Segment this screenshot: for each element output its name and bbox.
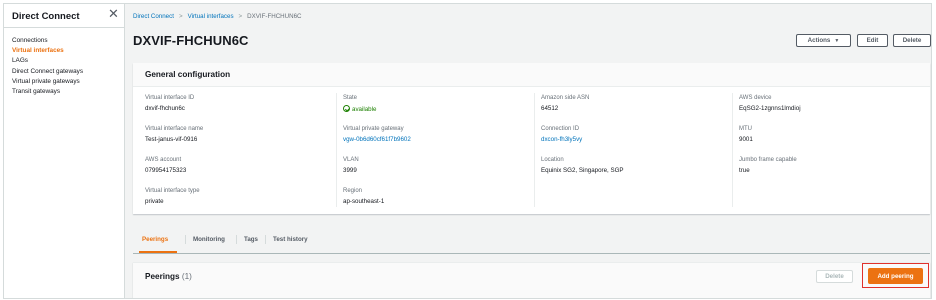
page-title: DXVIF-FHCHUN6C: [133, 33, 249, 48]
field-value: EqSG2-1zgnns1lmdioj: [739, 105, 801, 112]
column-divider: [732, 93, 733, 207]
sidebar-item-transit-gateways[interactable]: Transit gateways: [12, 87, 83, 97]
tab-divider: [185, 235, 186, 244]
field-value: true: [739, 167, 750, 174]
sidebar: Direct Connect ✕ Connections Virtual int…: [4, 4, 125, 298]
sidebar-nav: Connections Virtual interfaces LAGs Dire…: [12, 36, 83, 97]
actions-label: Actions: [807, 37, 831, 44]
sidebar-title: Direct Connect: [12, 11, 80, 22]
add-peering-button[interactable]: Add peering: [868, 268, 923, 284]
field-label: Virtual interface ID: [145, 95, 195, 101]
sidebar-item-lags[interactable]: LAGs: [12, 56, 83, 66]
tab-test-history[interactable]: Test history: [273, 236, 308, 243]
field-location: Location Equinix SG2, Singapore, SGP: [541, 157, 726, 174]
tab-peerings[interactable]: Peerings: [142, 236, 168, 243]
field-value: 9001: [739, 136, 753, 143]
edit-button[interactable]: Edit: [857, 34, 888, 47]
tab-bar: Peerings Monitoring Tags Test history: [133, 228, 930, 254]
field-label: MTU: [739, 126, 752, 132]
tab-tags[interactable]: Tags: [244, 236, 258, 243]
general-configuration-panel: General configuration Virtual interface …: [133, 63, 930, 214]
field-value: Equinix SG2, Singapore, SGP: [541, 167, 624, 174]
close-icon[interactable]: ✕: [108, 7, 119, 20]
field-virtual-private-gateway: Virtual private gateway vgw-0b6d60cf61f7…: [343, 126, 528, 143]
sidebar-item-virtual-interfaces[interactable]: Virtual interfaces: [12, 46, 83, 56]
tab-monitoring[interactable]: Monitoring: [193, 236, 225, 243]
console-window: Direct Connect ✕ Connections Virtual int…: [3, 3, 932, 299]
field-label: Location: [541, 157, 564, 163]
breadcrumb-separator: >: [238, 13, 243, 20]
tab-divider: [265, 235, 266, 244]
breadcrumb-virtual-interfaces[interactable]: Virtual interfaces: [188, 13, 234, 20]
check-circle-icon: [343, 105, 350, 112]
active-tab-indicator: [139, 251, 177, 253]
panel-title: General configuration: [145, 70, 231, 79]
sidebar-divider: [4, 27, 125, 28]
delete-button[interactable]: Delete: [893, 34, 931, 47]
field-jumbo-frame-capable: Jumbo frame capable true: [739, 157, 924, 174]
column-divider: [336, 93, 337, 207]
peerings-title: Peerings (1): [145, 272, 192, 281]
caret-down-icon: ▼: [834, 37, 840, 44]
delete-peering-button[interactable]: Delete: [816, 270, 853, 283]
peerings-panel: Peerings (1): [133, 262, 930, 298]
field-vlan: VLAN 3999: [343, 157, 528, 174]
field-virtual-interface-type: Virtual interface type private: [145, 188, 330, 205]
field-value: 3999: [343, 167, 357, 174]
peerings-title-text: Peerings: [145, 272, 180, 281]
field-label: Connection ID: [541, 126, 580, 132]
column-divider: [534, 93, 535, 207]
breadcrumb: Direct Connect > Virtual interfaces > DXVIF-…: [133, 13, 302, 20]
breadcrumb-direct-connect[interactable]: Direct Connect: [133, 13, 174, 20]
virtual-private-gateway-link[interactable]: vgw-0b6d60cf61f7b9602: [343, 136, 528, 143]
field-label: Virtual interface type: [145, 188, 200, 194]
sidebar-item-connections[interactable]: Connections: [12, 36, 83, 46]
field-label: Amazon side ASN: [541, 95, 590, 101]
connection-id-link[interactable]: dxcon-fh3ly5vy: [541, 136, 726, 143]
panel-header: General configuration: [133, 63, 930, 87]
field-label: State: [343, 95, 358, 101]
field-aws-device: AWS device EqSG2-1zgnns1lmdioj: [739, 95, 924, 112]
breadcrumb-separator: >: [178, 13, 183, 20]
field-amazon-side-asn: Amazon side ASN 64512: [541, 95, 726, 112]
sidebar-item-direct-connect-gateways[interactable]: Direct Connect gateways: [12, 67, 83, 77]
tab-divider: [236, 235, 237, 244]
field-value: Test-janus-vif-0916: [145, 136, 198, 143]
peerings-count: (1): [181, 272, 192, 281]
main-content: Direct Connect > Virtual interfaces > DXVIF-…: [125, 4, 931, 298]
sidebar-item-virtual-private-gateways[interactable]: Virtual private gateways: [12, 77, 83, 87]
field-label: VLAN: [343, 157, 359, 163]
status-text: available: [352, 106, 377, 113]
field-label: Jumbo frame capable: [739, 157, 797, 163]
field-label: Virtual interface name: [145, 126, 204, 132]
field-mtu: MTU 9001: [739, 126, 924, 143]
breadcrumb-current: DXVIF-FHCHUN6C: [247, 13, 302, 20]
field-connection-id: Connection ID dxcon-fh3ly5vy: [541, 126, 726, 143]
field-value: dxvif-fhchun6c: [145, 105, 185, 112]
field-label: AWS device: [739, 95, 772, 101]
field-value: ap-southeast-1: [343, 198, 385, 205]
field-state: State available: [343, 95, 528, 113]
field-label: Region: [343, 188, 363, 194]
field-virtual-interface-name: Virtual interface name Test-janus-vif-09…: [145, 126, 330, 143]
field-value: private: [145, 198, 164, 205]
field-virtual-interface-id: Virtual interface ID dxvif-fhchun6c: [145, 95, 330, 112]
field-label: Virtual private gateway: [343, 126, 404, 132]
field-aws-account: AWS account 079954175323: [145, 157, 330, 174]
actions-button[interactable]: Actions ▼: [796, 34, 851, 47]
field-region: Region ap-southeast-1: [343, 188, 528, 205]
field-label: AWS account: [145, 157, 182, 163]
field-value: 64512: [541, 105, 559, 112]
field-value: 079954175323: [145, 167, 187, 174]
status-badge: available: [343, 105, 528, 113]
